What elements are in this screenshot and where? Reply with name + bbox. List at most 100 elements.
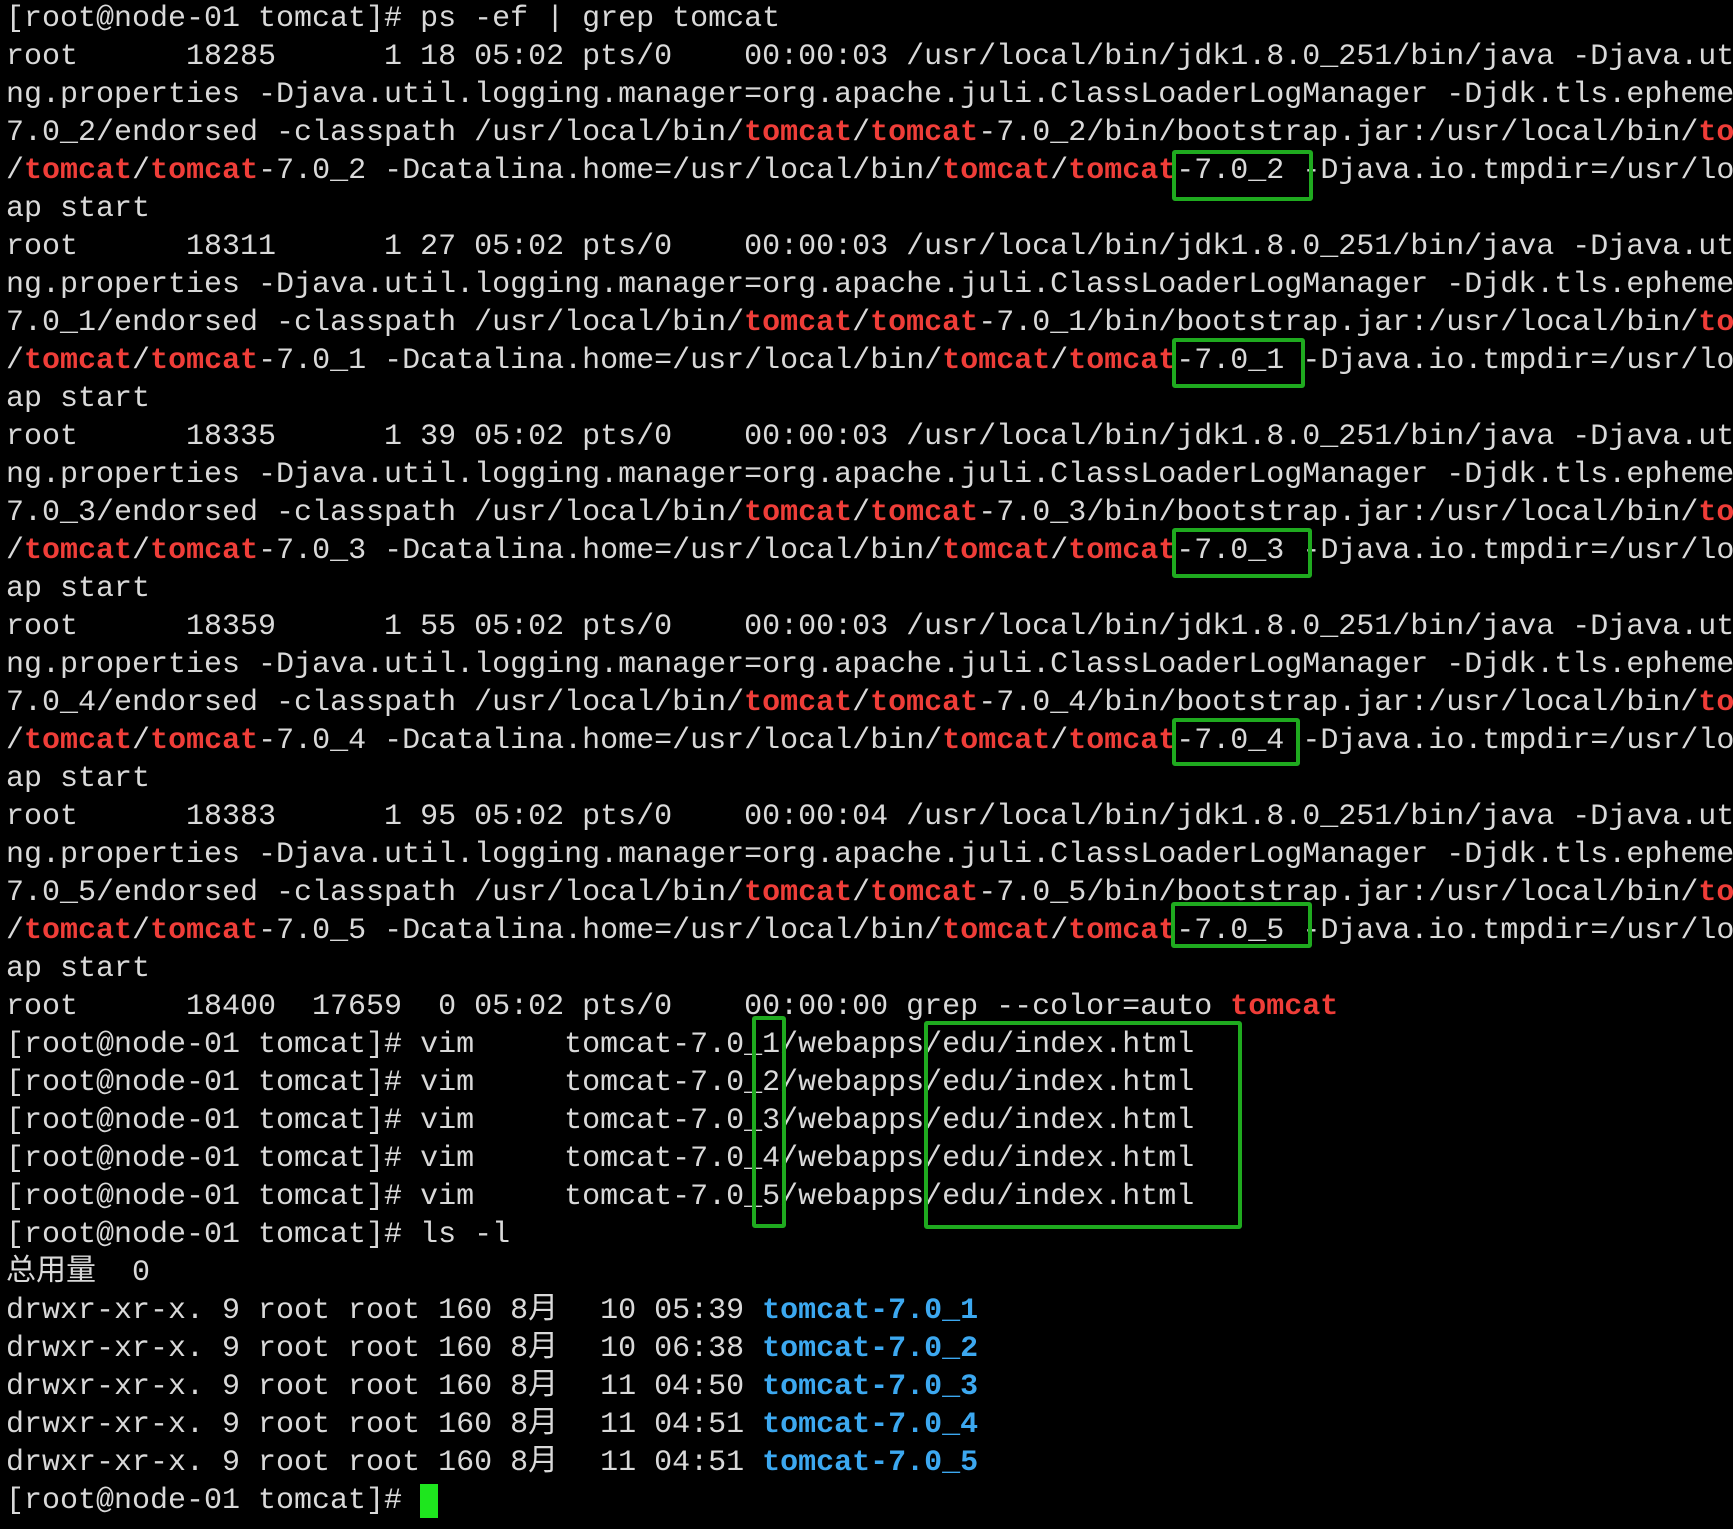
terminal-line: 7.0_4/endorsed -classpath /usr/local/bin…: [6, 684, 1733, 722]
output-text: /: [1050, 344, 1069, 378]
terminal-line: /tomcat/tomcat-7.0_5 -Dcatalina.home=/us…: [6, 912, 1733, 950]
output-text: 11 04:51: [564, 1446, 763, 1480]
output-text: drwxr-xr-x. 9 root root 160 8: [6, 1446, 529, 1480]
output-text: root 18335 1 39 05:02 pts/0 00:00:03 /us…: [6, 420, 1733, 454]
terminal-line: drwxr-xr-x. 9 root root 160 8月 11 04:50 …: [6, 1368, 1733, 1406]
output-text: root 18285 1 18 05:02 pts/0 00:00:03 /us…: [6, 40, 1733, 74]
shell-prompt: [root@node-01 tomcat]#: [6, 1180, 421, 1214]
output-text: /: [852, 876, 871, 910]
output-text: 月: [528, 1408, 559, 1442]
output-text: drwxr-xr-x. 9 root root 160 8: [6, 1294, 529, 1328]
output-text: root 18383 1 95 05:02 pts/0 00:00:04 /us…: [6, 800, 1733, 834]
grep-match-highlight: to: [1698, 306, 1733, 340]
output-text: -7.0_3/bin/bootstrap.jar:/usr/local/bin/: [978, 496, 1699, 530]
grep-match-highlight: tomcat: [942, 914, 1051, 948]
terminal-line: ap start: [6, 570, 1733, 608]
output-text: drwxr-xr-x. 9 root root 160 8: [6, 1332, 529, 1366]
output-text: /: [852, 306, 871, 340]
terminal-line: 7.0_5/endorsed -classpath /usr/local/bin…: [6, 874, 1733, 912]
terminal-line: drwxr-xr-x. 9 root root 160 8月 11 04:51 …: [6, 1444, 1733, 1482]
output-text: ap start: [6, 572, 151, 606]
grep-match-highlight: tomcat: [24, 534, 133, 568]
output-text: 10 05:39: [564, 1294, 763, 1328]
shell-command: vim tomcat-7.0_4/webapps/edu/index.html: [420, 1142, 1195, 1176]
terminal-line: [root@node-01 tomcat]# vim tomcat-7.0_4/…: [6, 1140, 1733, 1178]
output-text: /: [1050, 534, 1069, 568]
directory-name: tomcat-7.0_2: [762, 1332, 979, 1366]
output-text: -7.0_3 -Djava.io.tmpdir=/usr/lo: [1176, 534, 1733, 568]
terminal-line: 7.0_2/endorsed -classpath /usr/local/bin…: [6, 114, 1733, 152]
grep-match-highlight: tomcat: [150, 724, 259, 758]
terminal-line: [root@node-01 tomcat]# vim tomcat-7.0_3/…: [6, 1102, 1733, 1140]
grep-match-highlight: tomcat: [1068, 724, 1177, 758]
output-text: -7.0_4/bin/bootstrap.jar:/usr/local/bin/: [978, 686, 1699, 720]
shell-prompt: [root@node-01 tomcat]#: [6, 2, 421, 36]
shell-prompt: [root@node-01 tomcat]#: [6, 1066, 421, 1100]
grep-match-highlight: tomcat: [150, 534, 259, 568]
terminal-line: [root@node-01 tomcat]#: [6, 1482, 1733, 1520]
output-text: -7.0_3 -Dcatalina.home=/usr/local/bin/: [258, 534, 943, 568]
grep-match-highlight: tomcat: [24, 344, 133, 378]
terminal-line: drwxr-xr-x. 9 root root 160 8月 10 05:39 …: [6, 1292, 1733, 1330]
terminal-line: [root@node-01 tomcat]# vim tomcat-7.0_5/…: [6, 1178, 1733, 1216]
terminal-line: ng.properties -Djava.util.logging.manage…: [6, 266, 1733, 304]
terminal-line: 总用量 0: [6, 1254, 1733, 1292]
shell-prompt: [root@node-01 tomcat]#: [6, 1484, 421, 1518]
output-text: 7.0_4/endorsed -classpath /usr/local/bin…: [6, 686, 745, 720]
shell-command: vim tomcat-7.0_1/webapps/edu/index.html: [420, 1028, 1195, 1062]
output-text: /: [132, 724, 151, 758]
output-text: /: [1050, 724, 1069, 758]
directory-name: tomcat-7.0_5: [762, 1446, 979, 1480]
grep-match-highlight: tomcat: [744, 116, 853, 150]
terminal-line: [root@node-01 tomcat]# ls -l: [6, 1216, 1733, 1254]
grep-match-highlight: tomcat: [744, 876, 853, 910]
terminal-line: ap start: [6, 190, 1733, 228]
output-text: /: [132, 914, 151, 948]
output-text: -7.0_5/bin/bootstrap.jar:/usr/local/bin/: [978, 876, 1699, 910]
terminal-window[interactable]: [root@node-01 tomcat]# ps -ef | grep tom…: [0, 0, 1733, 1529]
grep-match-highlight: to: [1698, 496, 1733, 530]
grep-match-highlight: tomcat: [870, 496, 979, 530]
terminal-line: /tomcat/tomcat-7.0_3 -Dcatalina.home=/us…: [6, 532, 1733, 570]
terminal-line: root 18311 1 27 05:02 pts/0 00:00:03 /us…: [6, 228, 1733, 266]
terminal-line: 7.0_1/endorsed -classpath /usr/local/bin…: [6, 304, 1733, 342]
output-text: /: [6, 154, 25, 188]
terminal-line: root 18335 1 39 05:02 pts/0 00:00:03 /us…: [6, 418, 1733, 456]
grep-match-highlight: tomcat: [1068, 344, 1177, 378]
terminal-line: ng.properties -Djava.util.logging.manage…: [6, 836, 1733, 874]
grep-match-highlight: tomcat: [24, 724, 133, 758]
shell-command: vim tomcat-7.0_2/webapps/edu/index.html: [420, 1066, 1195, 1100]
directory-name: tomcat-7.0_3: [762, 1370, 979, 1404]
output-text: 11 04:51: [564, 1408, 763, 1442]
output-text: ap start: [6, 762, 151, 796]
output-text: /: [852, 686, 871, 720]
grep-match-highlight: tomcat: [150, 344, 259, 378]
output-text: 7.0_3/endorsed -classpath /usr/local/bin…: [6, 496, 745, 530]
output-text: 7.0_2/endorsed -classpath /usr/local/bin…: [6, 116, 745, 150]
grep-match-highlight: tomcat: [744, 686, 853, 720]
grep-match-highlight: tomcat: [150, 154, 259, 188]
output-text: ap start: [6, 952, 151, 986]
output-text: -7.0_1/bin/bootstrap.jar:/usr/local/bin/: [978, 306, 1699, 340]
output-text: /: [6, 344, 25, 378]
output-text: 7.0_1/endorsed -classpath /usr/local/bin…: [6, 306, 745, 340]
terminal-line: 7.0_3/endorsed -classpath /usr/local/bin…: [6, 494, 1733, 532]
terminal-line: ap start: [6, 760, 1733, 798]
output-text: /: [1050, 914, 1069, 948]
grep-match-highlight: tomcat: [150, 914, 259, 948]
shell-prompt: [root@node-01 tomcat]#: [6, 1218, 421, 1252]
output-text: ap start: [6, 192, 151, 226]
grep-match-highlight: to: [1698, 686, 1733, 720]
shell-command: ps -ef | grep tomcat: [420, 2, 781, 36]
output-text: 月: [528, 1446, 559, 1480]
directory-name: tomcat-7.0_4: [762, 1408, 979, 1442]
output-text: -7.0_4 -Djava.io.tmpdir=/usr/lo: [1176, 724, 1733, 758]
grep-match-highlight: tomcat: [942, 534, 1051, 568]
terminal-line: /tomcat/tomcat-7.0_2 -Dcatalina.home=/us…: [6, 152, 1733, 190]
output-text: 月: [528, 1332, 559, 1366]
output-text: -7.0_1 -Dcatalina.home=/usr/local/bin/: [258, 344, 943, 378]
grep-match-highlight: tomcat: [942, 724, 1051, 758]
terminal-line: root 18400 17659 0 05:02 pts/0 00:00:00 …: [6, 988, 1733, 1026]
output-text: root 18311 1 27 05:02 pts/0 00:00:03 /us…: [6, 230, 1733, 264]
terminal-output: [root@node-01 tomcat]# ps -ef | grep tom…: [6, 0, 1733, 1529]
